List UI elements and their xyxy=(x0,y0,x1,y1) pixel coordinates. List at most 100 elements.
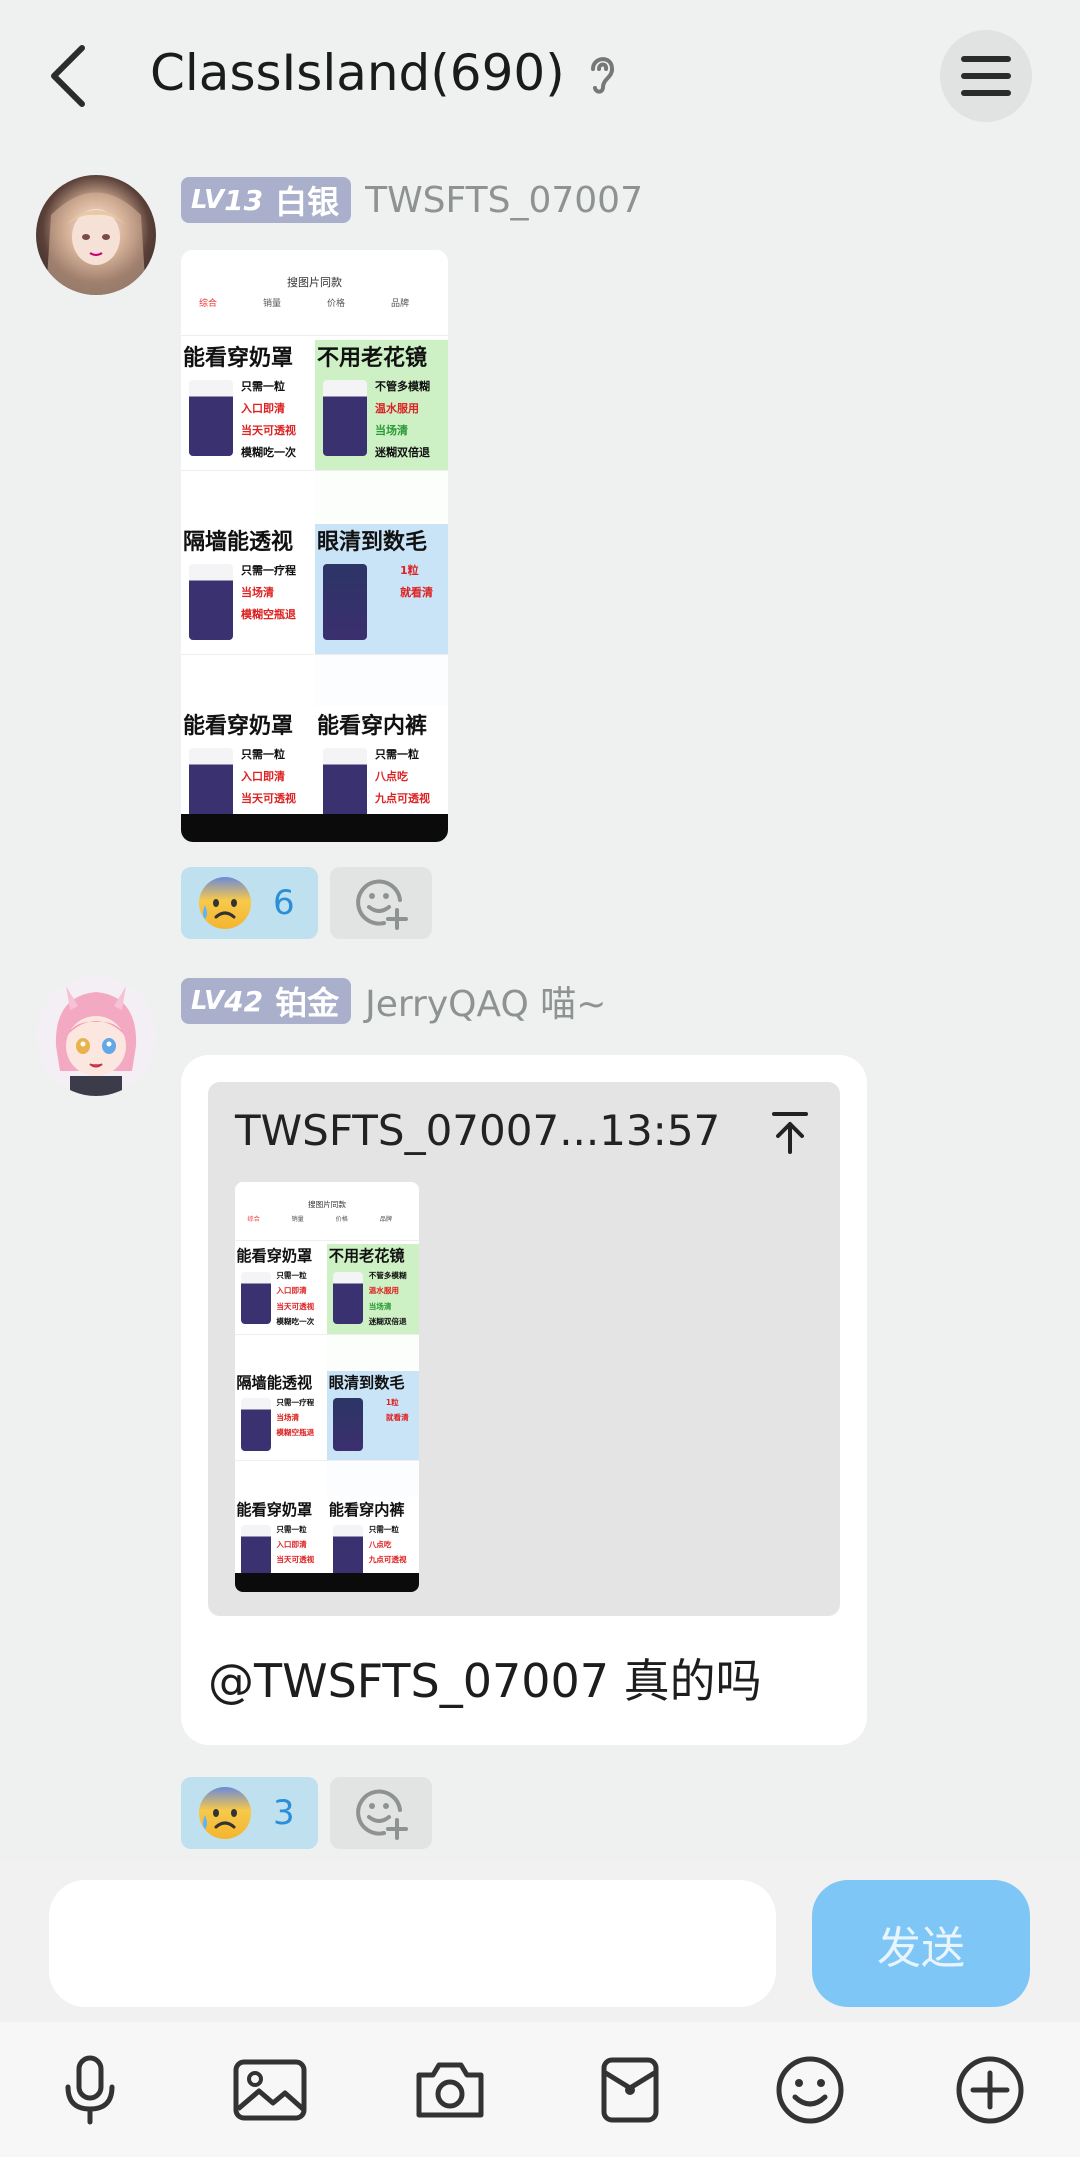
screenshot-product-tagline: 入口即清 xyxy=(276,1539,307,1549)
screenshot-filter-tab: 价格 xyxy=(327,299,346,309)
sender-username[interactable]: JerryQAQ 喵~ xyxy=(365,975,606,1027)
chat-title-row[interactable]: ClassIsland(690) xyxy=(150,44,617,102)
screenshot-product-tagline: 入口即清 xyxy=(241,770,285,783)
jump-to-original-button[interactable] xyxy=(770,1110,810,1158)
composer: 发送 xyxy=(0,1862,1080,2022)
red-packet-button[interactable] xyxy=(540,2022,720,2157)
screenshot-product-card: 能看穿奶罩 只需一粒 入口即清 当天可透视 模糊吃一次 xyxy=(181,340,314,522)
screenshot-product-tagline: 不管多模糊 xyxy=(368,1271,407,1281)
screenshot-product-meta xyxy=(327,1333,419,1370)
quoted-header: TWSFTS_07007...13:57 xyxy=(235,1106,721,1155)
screenshot-product-title: 能看穿内裤 xyxy=(317,714,428,739)
screenshot-filter-tab: 综合 xyxy=(199,299,218,309)
level-number: 42 xyxy=(224,984,264,1018)
chat-title: ClassIsland(690) xyxy=(150,44,565,102)
image-attachment[interactable]: 搜图片同款 综合 销量 价格 品牌 能看穿奶罩 只需一粒 入口即清 当天可透视 模糊吃一次 不用老花… xyxy=(181,250,448,842)
camera-button[interactable] xyxy=(360,2022,540,2157)
screenshot-product-title: 能看穿奶罩 xyxy=(236,1500,313,1519)
reactions-row: 3 xyxy=(181,1777,432,1849)
message-input[interactable] xyxy=(49,1880,776,2007)
product-bottle-image xyxy=(323,748,367,824)
screenshot-product-card: 隔墙能透视只需一疗程当场清模糊空瓶退 xyxy=(235,1370,327,1497)
screenshot-product-meta xyxy=(181,654,314,706)
add-reaction-button[interactable] xyxy=(330,867,432,939)
screenshot-product-meta xyxy=(235,1333,327,1370)
microphone-icon xyxy=(65,2055,115,2124)
reaction-count: 6 xyxy=(273,883,295,923)
screenshot-product-tagline: 入口即清 xyxy=(241,402,285,415)
screenshot-product-title: 能看穿奶罩 xyxy=(236,1247,313,1266)
menu-button[interactable] xyxy=(940,30,1032,122)
screenshot-page-title: 搜图片同款 xyxy=(308,1199,346,1209)
screenshot-product-tagline: 当场清 xyxy=(276,1413,300,1423)
product-bottle-image xyxy=(240,1271,271,1324)
screenshot-filter-tab: 综合 xyxy=(247,1215,260,1223)
plus-icon xyxy=(956,2056,1024,2123)
level-prefix: LV xyxy=(191,986,225,1016)
screenshot-product-tagline: 1粒 xyxy=(385,1397,399,1407)
screenshot-product-title: 眼清到数毛 xyxy=(317,530,428,555)
sender-username[interactable]: TWSFTS_07007 xyxy=(365,180,643,221)
screenshot-product-tagline: 1粒 xyxy=(400,564,419,577)
screenshot-product-meta xyxy=(327,1460,419,1497)
more-button[interactable] xyxy=(900,2022,1080,2157)
avatar[interactable] xyxy=(36,976,156,1096)
screenshot-product-tagline: 只需一疗程 xyxy=(276,1397,315,1407)
reaction-count: 3 xyxy=(273,1793,295,1833)
screenshot-status-bar xyxy=(181,250,448,336)
quoted-message[interactable]: TWSFTS_07007...13:57 搜图片同款 综合 销量 价格 品牌 能看穿奶罩只… xyxy=(208,1082,840,1616)
voice-button[interactable] xyxy=(0,2022,180,2157)
level-badge: LV 13 白银 xyxy=(181,177,352,223)
quoted-image[interactable]: 搜图片同款 综合 销量 价格 品牌 能看穿奶罩 只需一粒 入口即清 当天可透视 模糊吃一次 不用老花… xyxy=(235,1182,419,1592)
screenshot-product-title: 隔墙能透视 xyxy=(236,1373,313,1392)
screenshot-product-tagline: 模糊空瓶退 xyxy=(276,1428,315,1438)
hamburger-menu-icon xyxy=(961,56,1011,96)
screenshot-product-title: 能看穿奶罩 xyxy=(183,346,294,371)
avatar[interactable] xyxy=(36,175,156,295)
product-bottle-image xyxy=(323,380,367,456)
screenshot-product-meta xyxy=(181,470,314,522)
level-number: 13 xyxy=(224,183,264,217)
screenshot-product-tagline: 模糊吃一次 xyxy=(276,1316,315,1326)
message-text: @TWSFTS_07007 真的吗 xyxy=(208,1654,762,1708)
screenshot-product-tagline: 九点可透视 xyxy=(375,792,430,805)
send-button[interactable]: 发送 xyxy=(812,1880,1030,2007)
image-icon xyxy=(233,2059,307,2120)
screenshot-product-tagline: 就看清 xyxy=(400,586,433,599)
screenshot-product-tagline: 温水服用 xyxy=(375,402,419,415)
add-emoji-icon xyxy=(356,1789,408,1840)
emoji-button[interactable] xyxy=(720,2022,900,2157)
screenshot-product-tagline: 迷糊双倍退 xyxy=(375,446,430,459)
screenshot-product-tagline: 只需一粒 xyxy=(241,380,285,393)
screenshot-product-tagline: 温水服用 xyxy=(368,1286,400,1296)
screenshot-product-meta xyxy=(315,654,448,706)
product-bottle-image xyxy=(332,1271,364,1324)
add-reaction-button[interactable] xyxy=(330,1777,432,1849)
add-emoji-icon xyxy=(356,879,408,930)
screenshot-filter-tab: 价格 xyxy=(335,1215,348,1223)
screenshot-product-tagline: 不管多模糊 xyxy=(375,380,430,393)
back-button[interactable] xyxy=(40,38,96,114)
reaction-chip[interactable]: 6 xyxy=(181,867,318,939)
red-packet-icon xyxy=(601,2057,659,2122)
screenshot-product-tagline: 只需一粒 xyxy=(368,1524,400,1534)
screenshot-status-bar xyxy=(235,1182,419,1242)
reaction-chip[interactable]: 3 xyxy=(181,1777,318,1849)
product-bottle-image xyxy=(240,1525,271,1578)
screenshot-nav-bar xyxy=(235,1572,419,1592)
screenshot-page-title: 搜图片同款 xyxy=(287,276,342,289)
ear-icon xyxy=(587,51,617,95)
arrow-up-to-top-icon xyxy=(772,1112,808,1154)
emoji-icon xyxy=(776,2056,844,2123)
screenshot-filter-tab: 销量 xyxy=(263,299,282,309)
product-bottle-image xyxy=(189,564,233,640)
screenshot-product-title: 隔墙能透视 xyxy=(183,530,294,555)
anxious-sweat-face-icon xyxy=(199,877,251,929)
screenshot-product-tagline: 只需一粒 xyxy=(276,1524,307,1534)
rank-label: 铂金 xyxy=(275,984,340,1022)
composer-toolbar xyxy=(0,2022,1080,2157)
message-bubble[interactable]: TWSFTS_07007...13:57 搜图片同款 综合 销量 价格 品牌 能看穿奶罩只… xyxy=(181,1055,867,1745)
image-button[interactable] xyxy=(180,2022,360,2157)
screenshot-product-tagline: 九点可透视 xyxy=(368,1555,407,1565)
camera-icon xyxy=(416,2062,484,2117)
